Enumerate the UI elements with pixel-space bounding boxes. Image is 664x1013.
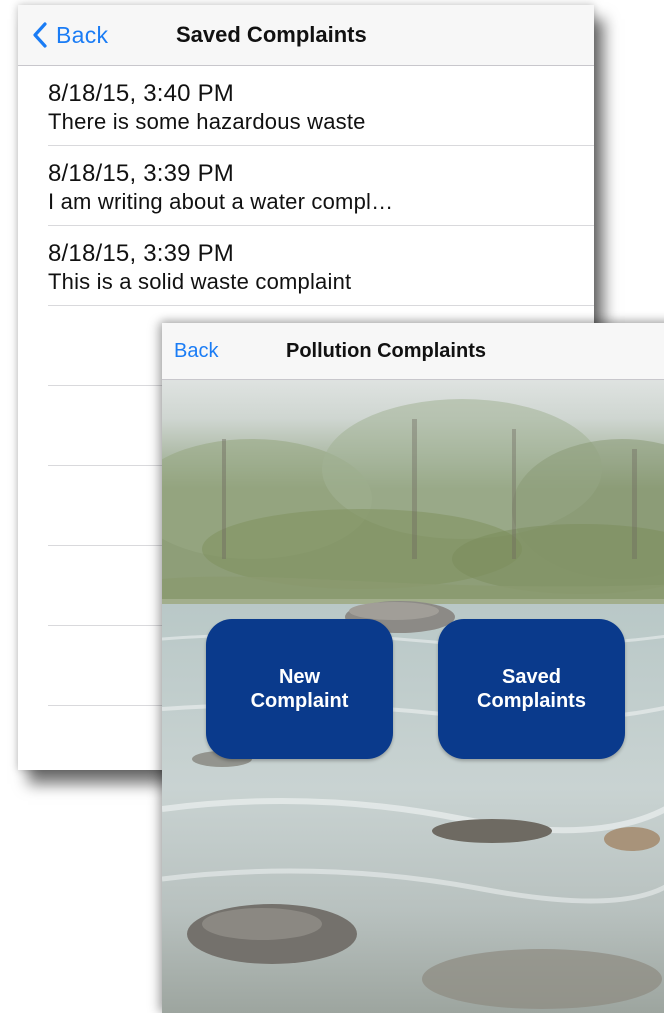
complaint-date: 8/18/15, 3:39 PM [48,160,234,187]
complaint-summary: I am writing about a water compl… [48,189,394,214]
new-complaint-label-line2: Complaint [250,690,349,712]
complaint-date: 8/18/15, 3:40 PM [48,80,234,107]
complaint-summary: This is a solid waste complaint [48,269,352,294]
back-button[interactable]: Back [32,20,108,50]
saved-complaints-navbar: Back Saved Complaints [18,5,594,66]
back-button[interactable]: Back [174,340,218,363]
saved-complaints-label-line2: Complaints [477,690,586,712]
saved-complaints-button[interactable]: Saved Complaints [438,619,625,759]
complaint-row[interactable]: 8/18/15, 3:39 PM I am writing about a wa… [48,146,594,226]
chevron-left-icon [33,22,47,48]
complaint-row[interactable]: 8/18/15, 3:40 PM There is some hazardous… [48,66,594,146]
complaint-summary: There is some hazardous waste [48,109,366,134]
page-title: Pollution Complaints [286,340,486,362]
pollution-complaints-screen: Back Pollution Complaints New Complaint … [162,323,664,1013]
saved-complaints-label-line1: Saved [502,666,561,688]
complaint-row[interactable]: 8/18/15, 3:39 PM This is a solid waste c… [48,226,594,306]
complaint-date: 8/18/15, 3:39 PM [48,240,234,267]
pollution-complaints-navbar: Back Pollution Complaints [162,323,664,380]
page-title: Saved Complaints [176,22,367,47]
new-complaint-button[interactable]: New Complaint [206,619,393,759]
back-button-label: Back [56,21,109,48]
new-complaint-label-line1: New [278,666,321,688]
